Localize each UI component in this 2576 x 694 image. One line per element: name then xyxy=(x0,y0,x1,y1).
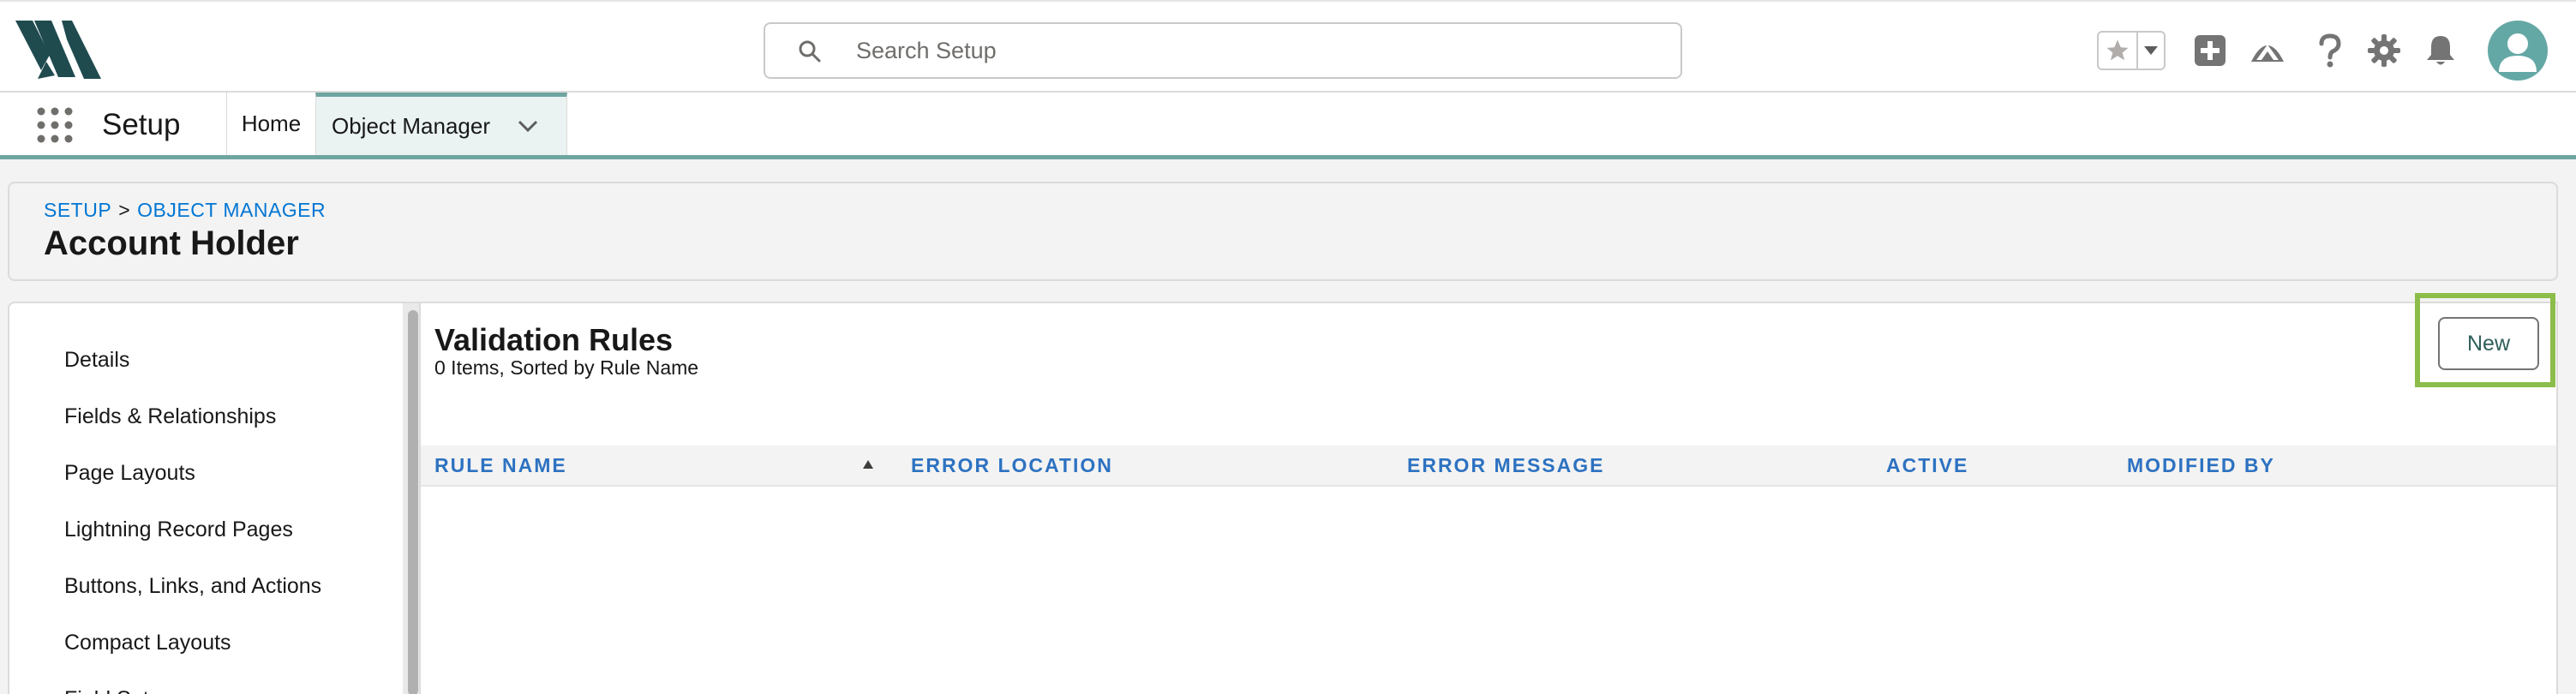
column-header-active[interactable]: ACTIVE xyxy=(1886,446,1968,485)
breadcrumb-separator: > xyxy=(118,199,131,221)
notifications-button[interactable] xyxy=(2422,31,2459,70)
add-icon xyxy=(2195,35,2226,66)
search-icon xyxy=(799,40,821,63)
help-icon xyxy=(2319,33,2341,68)
favorites-group xyxy=(2097,31,2166,70)
tab-home[interactable]: Home xyxy=(226,93,315,155)
sidebar-item-compact-layouts[interactable]: Compact Layouts xyxy=(64,631,231,655)
panel-title: Validation Rules xyxy=(434,322,674,357)
breadcrumb: SETUP > OBJECT MANAGER xyxy=(44,199,326,222)
tab-object-manager-label: Object Manager xyxy=(332,112,490,139)
notifications-bell-icon xyxy=(2427,36,2454,65)
tab-object-manager[interactable]: Object Manager xyxy=(315,93,567,155)
app-name: Setup xyxy=(102,108,181,141)
page-title: Account Holder xyxy=(44,224,299,262)
star-icon xyxy=(2106,39,2129,61)
sidebar-item-page-layouts[interactable]: Page Layouts xyxy=(64,461,195,486)
object-sidebar: Details Fields & Relationships Page Layo… xyxy=(8,302,419,694)
column-header-error-message[interactable]: ERROR MESSAGE xyxy=(1407,446,1604,485)
setup-button[interactable] xyxy=(2365,31,2403,70)
sidebar-item-details[interactable]: Details xyxy=(64,348,129,373)
column-header-modified-by[interactable]: MODIFIED BY xyxy=(2127,446,2275,485)
company-logo[interactable] xyxy=(12,17,105,82)
help-button[interactable] xyxy=(2311,31,2349,70)
panel-item-count: 0 Items, Sorted by Rule Name xyxy=(434,356,699,379)
sidebar-scrollbar-thumb[interactable] xyxy=(408,310,418,694)
user-avatar[interactable] xyxy=(2488,21,2548,81)
favorites-star-button[interactable] xyxy=(2099,33,2136,69)
global-header xyxy=(0,0,2576,93)
favorites-menu-button[interactable] xyxy=(2136,33,2164,69)
app-navigation-bar: Setup Home Object Manager xyxy=(0,93,2576,159)
trailhead-button[interactable] xyxy=(2249,31,2286,70)
new-button[interactable]: New xyxy=(2438,317,2539,370)
breadcrumb-object-manager-link[interactable]: OBJECT MANAGER xyxy=(137,199,326,222)
column-header-rule-name[interactable]: RULE NAME xyxy=(434,446,567,485)
column-header-error-location[interactable]: ERROR LOCATION xyxy=(911,446,1113,485)
sort-ascending-icon[interactable] xyxy=(862,459,874,470)
sidebar-item-buttons-links-actions[interactable]: Buttons, Links, and Actions xyxy=(64,574,321,599)
user-icon xyxy=(2499,33,2537,72)
object-page-header: SETUP > OBJECT MANAGER Account Holder xyxy=(8,182,2558,281)
validation-rules-panel: Validation Rules 0 Items, Sorted by Rule… xyxy=(419,293,2558,694)
sidebar-item-field-sets[interactable]: Field Sets xyxy=(64,687,159,694)
sidebar-item-lightning-record-pages[interactable]: Lightning Record Pages xyxy=(64,518,293,542)
table-header-row: RULE NAME ERROR LOCATION ERROR MESSAGE A… xyxy=(421,446,2556,487)
global-search[interactable] xyxy=(764,22,1682,79)
breadcrumb-setup-link[interactable]: SETUP xyxy=(44,199,111,222)
setup-gear-icon xyxy=(2368,34,2400,67)
global-actions-button[interactable] xyxy=(2191,31,2229,70)
caret-down-icon xyxy=(2144,46,2158,55)
sidebar-item-fields-relationships[interactable]: Fields & Relationships xyxy=(64,404,276,429)
app-launcher-icon[interactable] xyxy=(36,106,74,144)
chevron-down-icon[interactable] xyxy=(515,116,541,136)
trailhead-icon xyxy=(2251,45,2284,62)
tab-home-label: Home xyxy=(241,111,302,136)
search-input[interactable] xyxy=(854,31,1626,70)
